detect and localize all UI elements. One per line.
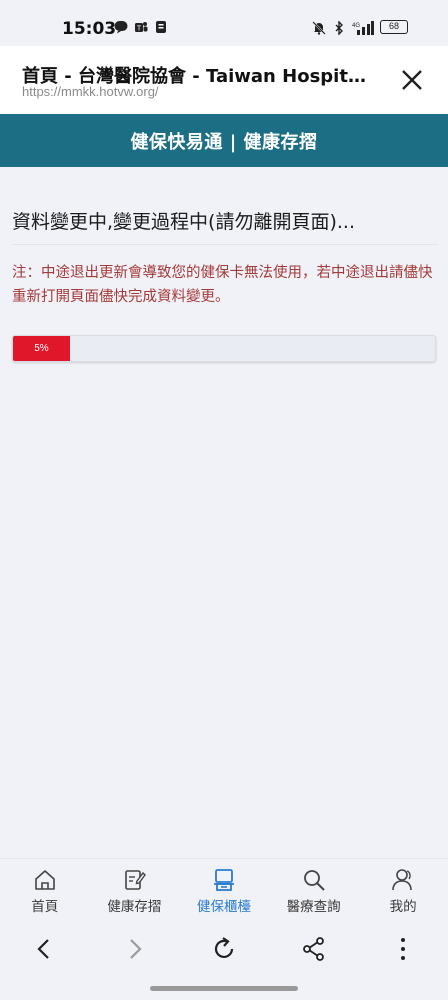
bottom-nav: 首頁 健康存摺 健保櫃檯 醫療查詢 我的 (0, 858, 448, 920)
progress-label: 5% (34, 343, 49, 354)
nav-label-mine: 我的 (389, 899, 417, 915)
teams-icon: T (134, 19, 148, 33)
home-indicator[interactable] (150, 986, 298, 991)
status-title: 資料變更中,變更過程中(請勿離開頁面)... (12, 207, 438, 245)
share-button[interactable] (299, 934, 329, 964)
browser-nav (0, 920, 448, 978)
search-icon (303, 870, 325, 891)
header-title: 健保快易通 | 健康存摺 (130, 131, 318, 153)
nav-label-counter: 健保櫃檯 (196, 899, 251, 915)
nav-item-health-passbook[interactable]: 健康存摺 (90, 859, 180, 920)
battery-icon: 68 (380, 20, 408, 34)
svg-text:4G: 4G (352, 23, 360, 29)
nav-item-mine[interactable]: 我的 (358, 859, 448, 920)
browser-top-bar: 首頁 - 台灣醫院協會 - Taiwan Hospital... https:/… (0, 46, 448, 114)
forward-button[interactable] (119, 934, 149, 964)
forward-icon (130, 939, 142, 959)
progress-fill: 5% (13, 336, 70, 361)
line-icon (114, 19, 128, 34)
progress-bar: 5% (12, 335, 436, 362)
nav-label-home: 首頁 (31, 899, 59, 915)
share-icon (302, 937, 324, 961)
back-icon (37, 939, 49, 959)
warning-text: 注：中途退出更新會導致您的健保卡無法使用，若中途退出請儘快重新打開頁面儘快完成資… (12, 265, 433, 305)
nav-item-home[interactable]: 首頁 (0, 859, 90, 920)
home-icon (34, 870, 55, 890)
browser-url[interactable]: https://mmkk.hotvw.org/ (22, 84, 159, 99)
bluetooth-icon (332, 20, 346, 36)
back-button[interactable] (30, 934, 60, 964)
mute-icon (312, 20, 326, 35)
notes-icon (154, 19, 168, 33)
main-content: 資料變更中,變更過程中(請勿離開頁面)... 注：中途退出更新會導致您的健保卡無… (12, 167, 438, 362)
nav-label-health-passbook: 健康存摺 (107, 899, 162, 915)
close-icon (402, 70, 422, 90)
more-button[interactable] (388, 934, 418, 964)
status-right-icons: 4G 68 (312, 20, 408, 36)
reload-button[interactable] (209, 934, 239, 964)
signal-icon: 4G (352, 20, 374, 35)
status-time: 15:03 (62, 19, 117, 39)
user-icon (392, 869, 412, 891)
nav-item-medical-search[interactable]: 醫療查詢 (269, 859, 359, 920)
svg-text:T: T (137, 26, 142, 33)
edit-note-icon (125, 870, 147, 890)
nav-label-medical-search: 醫療查詢 (286, 899, 341, 915)
status-left-icons: T (114, 19, 168, 34)
more-icon (401, 938, 406, 960)
reload-icon (214, 937, 234, 958)
nav-item-counter[interactable]: 健保櫃檯 (179, 859, 269, 920)
close-button[interactable] (398, 66, 426, 94)
counter-icon (213, 869, 234, 891)
app-header: 健保快易通 | 健康存摺 (0, 114, 448, 167)
